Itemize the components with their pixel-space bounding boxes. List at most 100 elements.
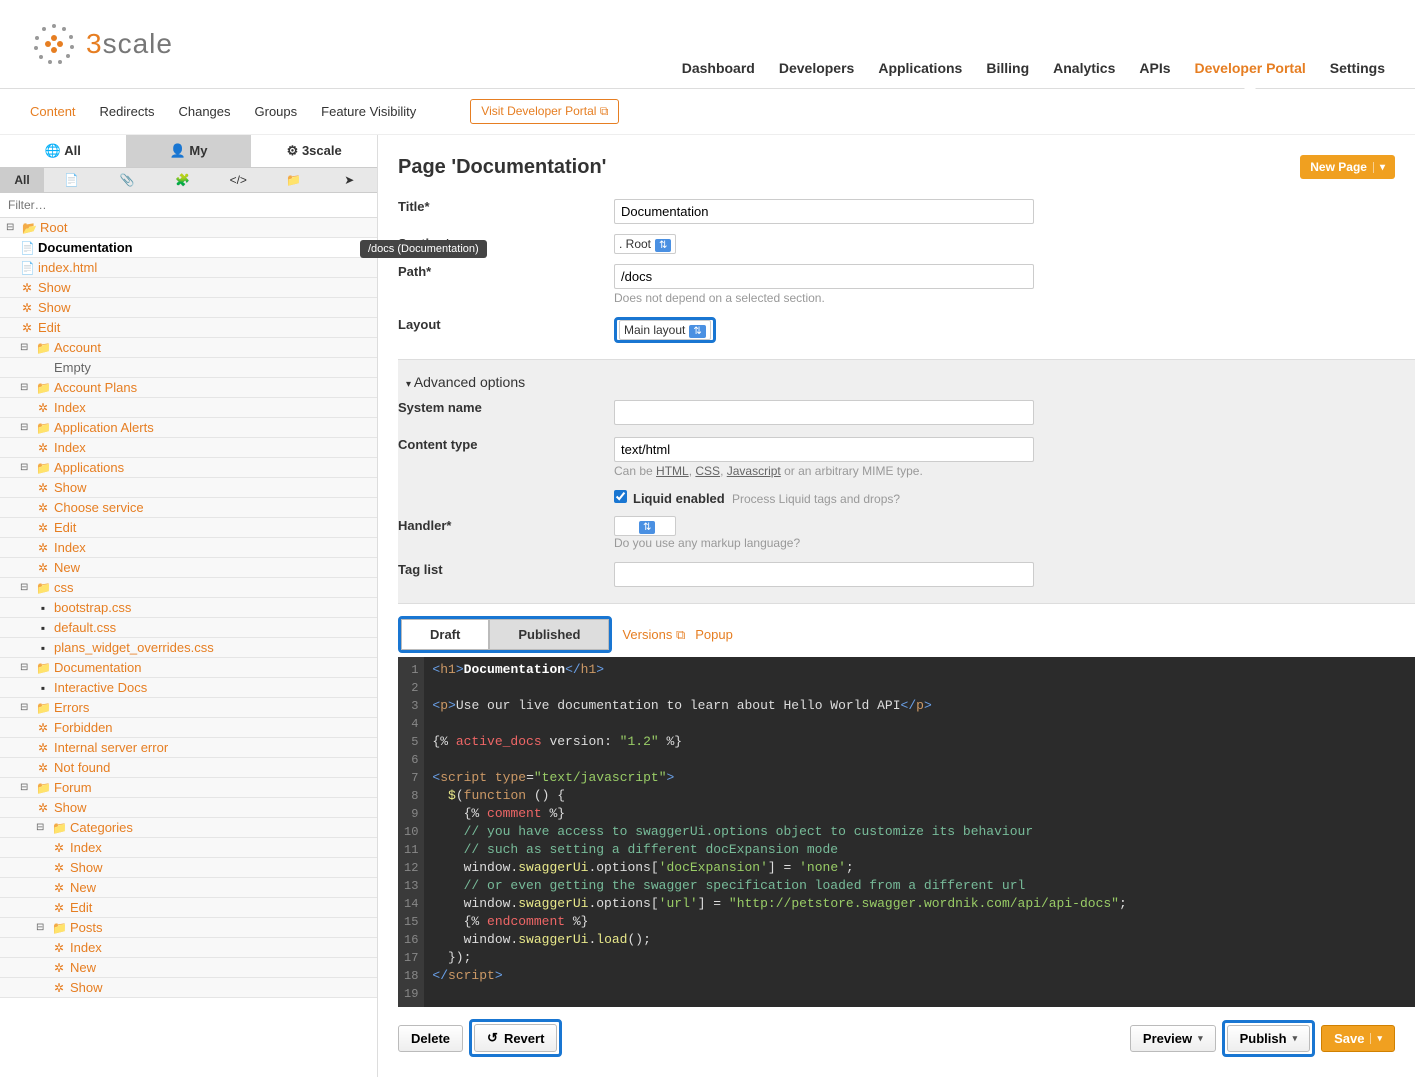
liquid-checkbox[interactable] bbox=[614, 490, 627, 503]
topnav-developers[interactable]: Developers bbox=[779, 60, 854, 88]
html-link[interactable]: HTML bbox=[656, 464, 689, 478]
tree-item-account-plans[interactable]: ⊟📁Account Plans bbox=[0, 378, 377, 398]
tree-item-plans-widget-overrides-css[interactable]: ▪plans_widget_overrides.css bbox=[0, 638, 377, 658]
tree-item-root[interactable]: ⊟📂Root bbox=[0, 218, 377, 238]
handler-select[interactable]: ⇅ bbox=[614, 516, 676, 536]
delete-button[interactable]: Delete bbox=[398, 1025, 463, 1052]
expand-toggle-icon[interactable]: ⊟ bbox=[20, 422, 32, 433]
tree-item-empty[interactable]: Empty bbox=[0, 358, 377, 378]
expand-toggle-icon[interactable]: ⊟ bbox=[6, 222, 18, 233]
advanced-options-header[interactable]: Advanced options bbox=[398, 370, 1415, 394]
tree-item-default-css[interactable]: ▪default.css bbox=[0, 618, 377, 638]
versions-link[interactable]: Versions ⧉ bbox=[622, 627, 685, 643]
expand-toggle-icon[interactable]: ⊟ bbox=[20, 782, 32, 793]
js-link[interactable]: Javascript bbox=[727, 464, 781, 478]
tree-item-show[interactable]: ✲Show bbox=[0, 978, 377, 998]
expand-toggle-icon[interactable]: ⊟ bbox=[36, 922, 48, 933]
topnav-developer-portal[interactable]: Developer Portal bbox=[1195, 60, 1306, 88]
tree-item-new[interactable]: ✲New bbox=[0, 958, 377, 978]
filter-tab-send[interactable]: ➤ bbox=[322, 168, 378, 192]
expand-toggle-icon[interactable]: ⊟ bbox=[20, 462, 32, 473]
topnav-applications[interactable]: Applications bbox=[878, 60, 962, 88]
tree-item-not-found[interactable]: ✲Not found bbox=[0, 758, 377, 778]
content-type-input[interactable] bbox=[614, 437, 1034, 462]
system-name-input[interactable] bbox=[614, 400, 1034, 425]
tree-item-choose-service[interactable]: ✲Choose service bbox=[0, 498, 377, 518]
filter-tab-all[interactable]: All bbox=[0, 168, 44, 192]
tree-item-show[interactable]: ✲Show bbox=[0, 298, 377, 318]
tree-item-css[interactable]: ⊟📁css bbox=[0, 578, 377, 598]
tree-item-index[interactable]: ✲Index bbox=[0, 938, 377, 958]
tree-item-new[interactable]: ✲New bbox=[0, 878, 377, 898]
tree-item-new[interactable]: ✲New bbox=[0, 558, 377, 578]
visit-portal-button[interactable]: Visit Developer Portal ⧉ bbox=[470, 99, 619, 124]
tree-item-show[interactable]: ✲Show bbox=[0, 278, 377, 298]
tree-item-forbidden[interactable]: ✲Forbidden bbox=[0, 718, 377, 738]
expand-toggle-icon[interactable]: ⊟ bbox=[20, 382, 32, 393]
sidebar-tab-all[interactable]: 🌐 All bbox=[0, 135, 126, 167]
tree-item-forum[interactable]: ⊟📁Forum bbox=[0, 778, 377, 798]
revert-button[interactable]: ↺Revert bbox=[474, 1024, 557, 1052]
path-input[interactable] bbox=[614, 264, 1034, 289]
expand-toggle-icon[interactable]: ⊟ bbox=[20, 662, 32, 673]
topnav-apis[interactable]: APIs bbox=[1139, 60, 1170, 88]
publish-button[interactable]: Publish▾ bbox=[1227, 1025, 1310, 1052]
tree-item-errors[interactable]: ⊟📁Errors bbox=[0, 698, 377, 718]
taglist-input[interactable] bbox=[614, 562, 1034, 587]
tree-item-show[interactable]: ✲Show bbox=[0, 858, 377, 878]
filter-tab-code[interactable]: </> bbox=[211, 168, 267, 192]
subnav-groups[interactable]: Groups bbox=[255, 104, 298, 119]
tree-item-index[interactable]: ✲Index bbox=[0, 838, 377, 858]
tree-item-account[interactable]: ⊟📁Account bbox=[0, 338, 377, 358]
tree-item-index-html[interactable]: 📄index.html bbox=[0, 258, 377, 278]
tree-item-edit[interactable]: ✲Edit bbox=[0, 318, 377, 338]
css-link[interactable]: CSS bbox=[695, 464, 720, 478]
code-editor[interactable]: 12345678910111213141516171819 <h1>Docume… bbox=[398, 657, 1415, 1007]
tree-item-edit[interactable]: ✲Edit bbox=[0, 518, 377, 538]
subnav-redirects[interactable]: Redirects bbox=[100, 104, 155, 119]
filter-tab-attach[interactable]: 📎 bbox=[100, 168, 156, 192]
topnav-dashboard[interactable]: Dashboard bbox=[682, 60, 755, 88]
sidebar-tab-3scale[interactable]: ⚙ 3scale bbox=[251, 135, 377, 167]
tree-item-bootstrap-css[interactable]: ▪bootstrap.css bbox=[0, 598, 377, 618]
subnav-changes[interactable]: Changes bbox=[178, 104, 230, 119]
popup-link[interactable]: Popup bbox=[695, 627, 733, 642]
topnav-billing[interactable]: Billing bbox=[986, 60, 1029, 88]
expand-toggle-icon[interactable]: ⊟ bbox=[20, 702, 32, 713]
filter-tab-puzzle[interactable]: 🧩 bbox=[155, 168, 211, 192]
subnav-content[interactable]: Content bbox=[30, 104, 76, 119]
topnav-settings[interactable]: Settings bbox=[1330, 60, 1385, 88]
layout-select[interactable]: Main layout⇅ bbox=[619, 320, 711, 340]
filter-tab-pages[interactable]: 📄 bbox=[44, 168, 100, 192]
new-page-button[interactable]: New Page▾ bbox=[1300, 155, 1395, 179]
tree-item-index[interactable]: ✲Index bbox=[0, 438, 377, 458]
section-select[interactable]: . Root⇅ bbox=[614, 234, 676, 254]
tree-item-label: css bbox=[54, 580, 74, 595]
title-input[interactable] bbox=[614, 199, 1034, 224]
expand-toggle-icon[interactable]: ⊟ bbox=[36, 822, 48, 833]
tree-item-posts[interactable]: ⊟📁Posts bbox=[0, 918, 377, 938]
tree-item-internal-server-error[interactable]: ✲Internal server error bbox=[0, 738, 377, 758]
sidebar-tab-my[interactable]: 👤 My bbox=[126, 135, 252, 167]
save-button[interactable]: Save▾ bbox=[1321, 1025, 1395, 1052]
tree-item-categories[interactable]: ⊟📁Categories bbox=[0, 818, 377, 838]
tab-draft[interactable]: Draft bbox=[401, 619, 489, 650]
tree-item-applications[interactable]: ⊟📁Applications bbox=[0, 458, 377, 478]
subnav-feature-visibility[interactable]: Feature Visibility bbox=[321, 104, 416, 119]
tree-item-show[interactable]: ✲Show bbox=[0, 798, 377, 818]
filter-input[interactable] bbox=[0, 193, 377, 218]
tree-item-application-alerts[interactable]: ⊟📁Application Alerts bbox=[0, 418, 377, 438]
tree-item-index[interactable]: ✲Index bbox=[0, 538, 377, 558]
expand-toggle-icon[interactable]: ⊟ bbox=[20, 342, 32, 353]
tree-item-edit[interactable]: ✲Edit bbox=[0, 898, 377, 918]
filter-tab-folder[interactable]: 📁 bbox=[266, 168, 322, 192]
tree-item-documentation[interactable]: 📄Documentation bbox=[0, 238, 377, 258]
expand-toggle-icon[interactable]: ⊟ bbox=[20, 582, 32, 593]
topnav-analytics[interactable]: Analytics bbox=[1053, 60, 1115, 88]
preview-button[interactable]: Preview▾ bbox=[1130, 1025, 1216, 1052]
tree-item-index[interactable]: ✲Index bbox=[0, 398, 377, 418]
tree-item-documentation[interactable]: ⊟📁Documentation bbox=[0, 658, 377, 678]
tree-item-interactive-docs[interactable]: ▪Interactive Docs bbox=[0, 678, 377, 698]
tree-item-show[interactable]: ✲Show bbox=[0, 478, 377, 498]
tab-published[interactable]: Published bbox=[489, 619, 609, 650]
